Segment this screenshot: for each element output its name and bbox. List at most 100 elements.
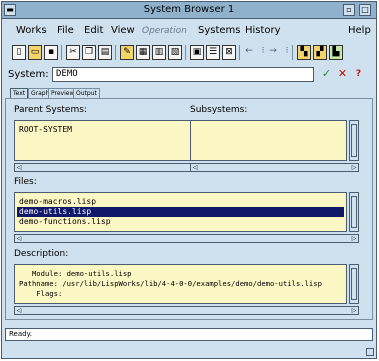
back-icon: ←: [245, 46, 253, 56]
menu-file[interactable]: File: [57, 25, 74, 36]
list-item-selected[interactable]: demo-utils.lisp: [17, 207, 344, 217]
cut-button[interactable]: ✂: [66, 45, 80, 60]
history-forward-icon: ⁝: [285, 46, 289, 56]
description-hscroll[interactable]: ◁ ▷: [14, 306, 359, 315]
new-file-button[interactable]: ▯: [12, 45, 26, 60]
scroll-thumb[interactable]: [351, 124, 357, 157]
menu-bar: Works File Edit View Operation Systems H…: [2, 21, 376, 41]
tool-f-button[interactable]: ☰: [206, 45, 220, 60]
description-flags-line: Flags:: [19, 289, 63, 298]
files-list[interactable]: demo-macros.lisp demo-utils.lisp demo-fu…: [14, 192, 347, 232]
toolbar-separator: [115, 45, 116, 60]
title-bar[interactable]: ▬ System Browser 1 ▫ □: [2, 2, 376, 19]
system-c-button[interactable]: ▙: [329, 45, 343, 60]
status-text: Ready.: [9, 330, 32, 338]
maximize-icon: □: [361, 5, 369, 14]
status-bar: Ready.: [5, 328, 373, 341]
files-hscroll[interactable]: ◁ ▷: [14, 234, 359, 243]
paste-icon: ▤: [100, 47, 110, 57]
system-input[interactable]: DEMO: [52, 67, 314, 82]
tool-b-icon: ▦: [138, 47, 148, 57]
window-title: System Browser 1: [143, 4, 235, 15]
parent-systems-label: Parent Systems:: [14, 105, 87, 115]
tool-g-button[interactable]: ⊠: [222, 45, 236, 60]
menu-edit[interactable]: Edit: [84, 25, 103, 36]
system-browser-window: ▬ System Browser 1 ▫ □ Works File Edit V…: [1, 1, 377, 359]
description-module-line: Module: demo-utils.lisp: [19, 269, 132, 278]
tool-c-button[interactable]: ▥: [152, 45, 166, 60]
menu-history[interactable]: History: [245, 25, 281, 36]
history-icon: ⁝: [261, 46, 265, 56]
cancel-button[interactable]: ✕: [335, 67, 350, 82]
subsystems-vscroll[interactable]: [349, 120, 359, 161]
menu-operation[interactable]: Operation: [142, 26, 187, 36]
forward-icon: →: [269, 46, 277, 56]
list-item[interactable]: ROOT-SYSTEM: [19, 125, 72, 135]
menu-view[interactable]: View: [111, 25, 135, 36]
cut-icon: ✂: [69, 47, 77, 57]
system-a-button[interactable]: ▚: [297, 45, 311, 60]
toolbar-separator: [292, 45, 293, 60]
toolbar: ▯ ▭ ▪ ✂ ❐ ▤ ✎ ▦ ▥ ▧ ▣ ☰ ⊠ ← ⁝ → ⁝ ▚ ▞ ▙: [2, 44, 376, 64]
save-file-button[interactable]: ▪: [44, 45, 58, 60]
system-c-icon: ▙: [332, 47, 340, 57]
copy-icon: ❐: [84, 47, 94, 57]
system-row: System: DEMO ✓ ✕ ?: [2, 66, 376, 84]
tool-g-icon: ⊠: [225, 47, 233, 57]
scroll-thumb[interactable]: [351, 268, 357, 300]
toolbar-separator: [61, 45, 62, 60]
description-vscroll[interactable]: [349, 264, 359, 304]
tool-b-button[interactable]: ▦: [136, 45, 150, 60]
tool-e-button[interactable]: ▣: [190, 45, 204, 60]
new-file-icon: ▯: [16, 47, 22, 57]
description-pathname-line: Pathname: /usr/lib/LispWorks/lib/4-4-0-0…: [19, 279, 322, 288]
scroll-left-icon[interactable]: ◁: [15, 307, 23, 314]
files-vscroll[interactable]: [349, 192, 359, 232]
description-text[interactable]: Module: demo-utils.lisp Pathname: /usr/l…: [14, 264, 347, 304]
description-label: Description:: [14, 249, 69, 259]
tool-a-button[interactable]: ✎: [120, 45, 134, 60]
menu-help[interactable]: Help: [348, 25, 371, 36]
scroll-left-icon[interactable]: ◁: [15, 164, 23, 171]
list-item[interactable]: demo-macros.lisp: [19, 197, 96, 207]
check-icon: ✓: [321, 67, 332, 80]
copy-button[interactable]: ❐: [82, 45, 96, 60]
parent-systems-hscroll[interactable]: ◁ ▷: [14, 163, 215, 172]
tool-a-icon: ✎: [123, 47, 131, 57]
close-icon: ✕: [337, 67, 348, 80]
help-button[interactable]: ?: [351, 67, 366, 82]
save-file-icon: ▪: [47, 47, 55, 57]
subsystems-label: Subsystems:: [190, 105, 248, 115]
back-button[interactable]: ←: [242, 45, 256, 60]
list-item[interactable]: demo-functions.lisp: [19, 217, 111, 227]
minimize-icon: ▫: [346, 5, 352, 14]
minimize-button[interactable]: ▫: [343, 4, 355, 16]
scroll-right-icon[interactable]: ▷: [350, 235, 358, 242]
menu-works[interactable]: Works: [16, 25, 47, 36]
scroll-right-icon[interactable]: ▷: [350, 164, 358, 171]
resize-grip-icon[interactable]: [366, 348, 374, 356]
scroll-left-icon[interactable]: ◁: [191, 164, 199, 171]
scroll-left-icon[interactable]: ◁: [15, 235, 23, 242]
scroll-thumb[interactable]: [351, 196, 357, 228]
system-label: System:: [8, 69, 49, 80]
system-b-button[interactable]: ▞: [313, 45, 327, 60]
menu-systems[interactable]: Systems: [198, 25, 241, 36]
paste-button[interactable]: ▤: [98, 45, 112, 60]
tool-c-icon: ▥: [154, 47, 164, 57]
text-tab-page: Parent Systems: ROOT-SYSTEM ◁ ▷ Subsyste…: [5, 98, 373, 320]
maximize-button[interactable]: □: [359, 4, 371, 16]
parent-systems-list[interactable]: ROOT-SYSTEM: [14, 120, 203, 161]
tool-e-icon: ▣: [192, 47, 202, 57]
open-file-button[interactable]: ▭: [28, 45, 42, 60]
system-b-icon: ▞: [316, 47, 324, 57]
confirm-button[interactable]: ✓: [319, 67, 334, 82]
subsystems-hscroll[interactable]: ◁ ▷: [190, 163, 359, 172]
toolbar-separator: [185, 45, 186, 60]
open-file-icon: ▭: [30, 47, 40, 57]
scroll-right-icon[interactable]: ▷: [350, 307, 358, 314]
subsystems-list[interactable]: [190, 120, 347, 161]
tool-f-icon: ☰: [208, 47, 218, 57]
forward-button[interactable]: →: [266, 45, 280, 60]
tool-d-button[interactable]: ▧: [168, 45, 182, 60]
